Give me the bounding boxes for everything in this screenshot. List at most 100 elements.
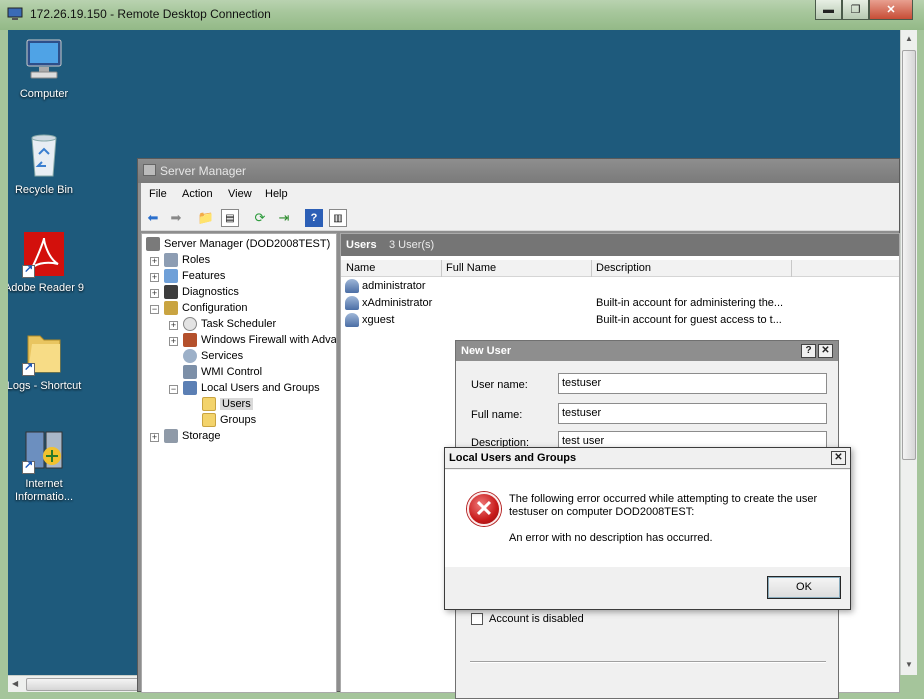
error-dialog-title: Local Users and Groups bbox=[449, 452, 577, 464]
server-manager-title: Server Manager bbox=[160, 164, 247, 178]
error-icon: ✕ bbox=[467, 492, 501, 526]
minimize-button[interactable]: ▬ bbox=[815, 0, 842, 20]
menu-action[interactable]: Action bbox=[182, 188, 213, 200]
column-header-name[interactable]: Name bbox=[346, 262, 375, 274]
help-button[interactable]: ? bbox=[801, 344, 816, 358]
expand-icon[interactable]: + bbox=[150, 433, 159, 442]
expand-icon[interactable]: + bbox=[150, 289, 159, 298]
expand-icon[interactable]: + bbox=[150, 273, 159, 282]
desktop-icon-recycle-bin[interactable]: Recycle Bin bbox=[8, 132, 86, 197]
server-manager-title-bar[interactable]: Server Manager bbox=[138, 159, 899, 183]
tree-node-label: Services bbox=[201, 350, 244, 362]
tree-node-label: Features bbox=[182, 270, 226, 282]
desktop-icon-label: Logs - Shortcut bbox=[8, 380, 82, 392]
user-name-cell: xAdministrator bbox=[362, 297, 433, 309]
desktop-icon-label: Recycle Bin bbox=[14, 184, 74, 196]
firewall-icon bbox=[183, 333, 197, 348]
vertical-scrollbar[interactable]: ▲ ▼ bbox=[900, 30, 917, 675]
tree-node-services[interactable]: Services bbox=[183, 348, 243, 364]
desktop-icon-iis-manager[interactable]: Internet Informatio... bbox=[8, 426, 86, 504]
shortcut-arrow-icon bbox=[22, 459, 35, 474]
show-hide-tree-icon[interactable]: ▤ bbox=[221, 209, 239, 227]
tree-node-label: Groups bbox=[220, 414, 257, 426]
menu-file[interactable]: File bbox=[149, 188, 167, 200]
desktop-icon-logs-shortcut[interactable]: Logs - Shortcut bbox=[8, 328, 86, 393]
adobe-reader-icon bbox=[22, 230, 66, 278]
list-item[interactable]: xguest bbox=[345, 312, 394, 328]
server-manager-app-icon bbox=[143, 164, 156, 176]
pane-title: Users bbox=[346, 239, 377, 251]
folder-icon bbox=[22, 328, 66, 376]
scroll-up-icon[interactable]: ▲ bbox=[904, 34, 914, 43]
list-item[interactable]: administrator bbox=[345, 278, 426, 294]
back-icon[interactable]: ⬅ bbox=[144, 209, 162, 227]
error-message-line: The following error occurred while attem… bbox=[509, 493, 818, 505]
ok-button[interactable]: OK bbox=[767, 576, 841, 599]
column-divider[interactable] bbox=[791, 260, 792, 277]
error-dialog-body: ✕ The following error occurred while att… bbox=[445, 470, 850, 567]
error-dialog-title-bar[interactable]: Local Users and Groups ✕ bbox=[445, 448, 850, 469]
close-button[interactable]: ✕ bbox=[831, 451, 846, 465]
expand-icon[interactable]: + bbox=[150, 257, 159, 266]
tree-node-local-users-groups[interactable]: Local Users and Groups bbox=[183, 380, 320, 396]
forward-icon[interactable]: ➡ bbox=[167, 209, 185, 227]
tree-node-label: Storage bbox=[182, 430, 221, 442]
desktop-icon-label: Adobe Reader 9 bbox=[8, 282, 85, 294]
error-dialog[interactable]: Local Users and Groups ✕ ✕ The following… bbox=[444, 447, 851, 610]
full-name-input[interactable]: testuser bbox=[558, 403, 827, 424]
menu-help[interactable]: Help bbox=[265, 188, 288, 200]
refresh-icon[interactable]: ⟳ bbox=[251, 209, 269, 227]
tree-node-storage[interactable]: Storage bbox=[164, 428, 221, 444]
restore-button[interactable]: ❐ bbox=[842, 0, 869, 20]
tree-node-wmi-control[interactable]: WMI Control bbox=[183, 364, 262, 380]
iis-manager-icon bbox=[22, 426, 66, 474]
expand-icon[interactable]: + bbox=[169, 337, 178, 346]
diagnostics-icon bbox=[164, 285, 178, 300]
scroll-down-icon[interactable]: ▼ bbox=[904, 660, 914, 669]
remote-desktop-icon bbox=[7, 7, 23, 21]
export-list-icon[interactable]: ⇥ bbox=[275, 209, 293, 227]
rdp-title-bar[interactable]: 172.26.19.150 - Remote Desktop Connectio… bbox=[0, 0, 924, 30]
tree-node-users[interactable]: Users bbox=[202, 396, 253, 412]
new-user-title-bar[interactable]: New User ? ✕ bbox=[456, 341, 838, 361]
navigation-tree[interactable]: Server Manager (DOD2008TEST) + Roles + F… bbox=[141, 233, 337, 693]
user-description-cell: Built-in account for guest access to t..… bbox=[596, 314, 782, 326]
column-header-description[interactable]: Description bbox=[596, 262, 651, 274]
computer-icon bbox=[22, 36, 66, 84]
tree-node-windows-firewall[interactable]: Windows Firewall with Adva bbox=[183, 332, 336, 348]
full-name-label: Full name: bbox=[471, 409, 523, 421]
tree-node-server-manager[interactable]: Server Manager (DOD2008TEST) bbox=[146, 236, 330, 252]
tree-node-configuration[interactable]: Configuration bbox=[164, 300, 247, 316]
expand-icon[interactable]: + bbox=[169, 321, 178, 330]
desktop-icon-adobe-reader[interactable]: Adobe Reader 9 bbox=[8, 230, 86, 295]
collapse-icon[interactable]: − bbox=[150, 305, 159, 314]
close-button[interactable]: ✕ bbox=[869, 0, 913, 20]
tree-node-label: Users bbox=[220, 398, 253, 410]
close-button[interactable]: ✕ bbox=[818, 344, 833, 358]
scroll-left-icon[interactable]: ◀ bbox=[12, 679, 18, 688]
pane-header: Users 3 User(s) bbox=[341, 234, 899, 256]
column-header-full-name[interactable]: Full Name bbox=[446, 262, 496, 274]
toolbar: ⬅ ➡ 📁 ▤ ⟳ ⇥ ? ▥ bbox=[141, 205, 899, 231]
tree-node-groups[interactable]: Groups bbox=[202, 412, 256, 428]
menu-view[interactable]: View bbox=[228, 188, 252, 200]
collapse-icon[interactable]: − bbox=[169, 385, 178, 394]
features-icon bbox=[164, 269, 178, 284]
tree-node-features[interactable]: Features bbox=[164, 268, 225, 284]
storage-icon bbox=[164, 429, 178, 444]
user-name-input[interactable]: testuser bbox=[558, 373, 827, 394]
help-icon[interactable]: ? bbox=[305, 209, 323, 227]
desktop-icon-computer[interactable]: Computer bbox=[8, 36, 86, 101]
recycle-bin-icon bbox=[22, 132, 66, 180]
account-disabled-checkbox[interactable] bbox=[471, 613, 483, 625]
users-group-icon bbox=[183, 381, 197, 396]
up-folder-icon[interactable]: 📁 bbox=[197, 209, 215, 227]
column-divider[interactable] bbox=[441, 260, 442, 277]
tree-node-task-scheduler[interactable]: Task Scheduler bbox=[183, 316, 276, 332]
tree-node-diagnostics[interactable]: Diagnostics bbox=[164, 284, 239, 300]
list-item[interactable]: xAdministrator bbox=[345, 295, 432, 311]
column-divider[interactable] bbox=[591, 260, 592, 277]
scrollbar-thumb[interactable] bbox=[902, 50, 916, 460]
tree-node-roles[interactable]: Roles bbox=[164, 252, 210, 268]
show-action-pane-icon[interactable]: ▥ bbox=[329, 209, 347, 227]
